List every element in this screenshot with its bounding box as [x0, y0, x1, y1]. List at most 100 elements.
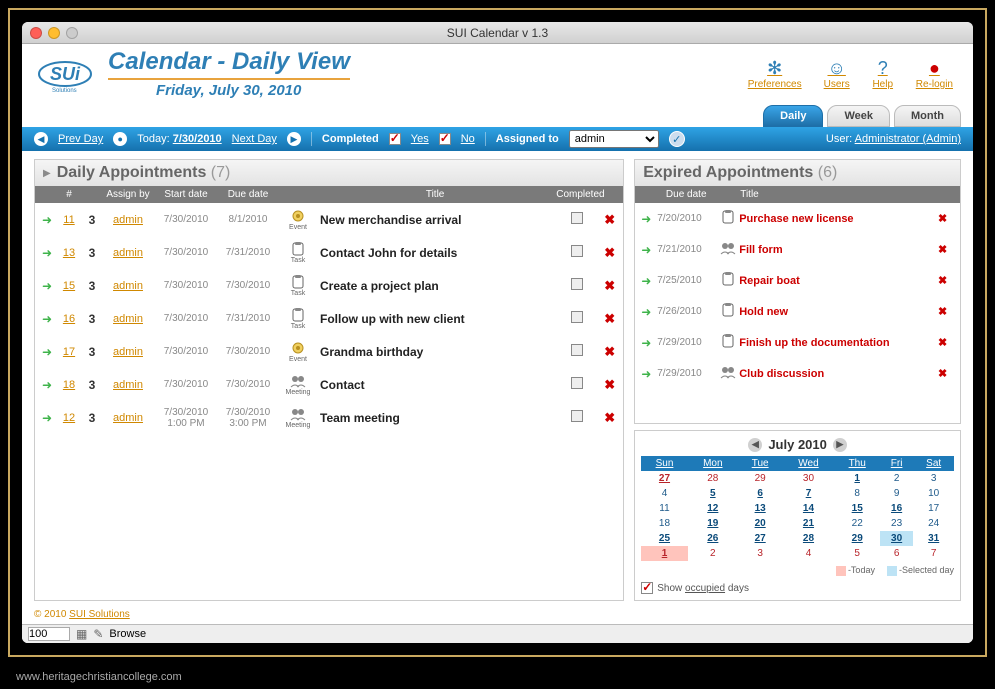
expired-row[interactable]: ➜7/20/2010Purchase new license✖: [635, 203, 960, 234]
expired-row[interactable]: ➜7/21/2010Fill form✖: [635, 234, 960, 265]
cal-day[interactable]: 7: [913, 546, 954, 561]
row-assignee-link[interactable]: admin: [113, 280, 143, 292]
assigned-confirm-icon[interactable]: ✓: [669, 131, 685, 147]
row-id-link[interactable]: 12: [63, 412, 75, 424]
show-occupied-checkbox[interactable]: [641, 582, 653, 594]
cal-day[interactable]: 19: [688, 516, 738, 531]
tab-month[interactable]: Month: [894, 105, 961, 127]
cal-day[interactable]: 5: [835, 546, 880, 561]
edit-icon[interactable]: ✎: [93, 627, 103, 641]
cal-day[interactable]: 20: [738, 516, 783, 531]
cal-day[interactable]: 2: [880, 471, 913, 486]
cal-day[interactable]: 30: [880, 531, 913, 546]
delete-button[interactable]: ✖: [601, 245, 619, 261]
cal-day[interactable]: 29: [738, 471, 783, 486]
delete-button[interactable]: ✖: [938, 367, 954, 380]
delete-button[interactable]: ✖: [601, 344, 619, 360]
cal-day[interactable]: 4: [641, 486, 688, 501]
cal-prev-icon[interactable]: ◀: [748, 438, 762, 452]
layout-icon[interactable]: ▦: [76, 627, 87, 641]
prev-day-link[interactable]: Prev Day: [58, 133, 103, 145]
cal-day[interactable]: 7: [782, 486, 834, 501]
row-id-link[interactable]: 11: [63, 214, 74, 226]
cal-day[interactable]: 14: [782, 501, 834, 516]
cal-day[interactable]: 28: [782, 531, 834, 546]
next-day-arrow-icon[interactable]: ▶: [287, 132, 301, 146]
completed-checkbox[interactable]: [571, 311, 583, 323]
cal-day[interactable]: 26: [688, 531, 738, 546]
expired-row[interactable]: ➜7/26/2010Hold new✖: [635, 296, 960, 327]
tab-week[interactable]: Week: [827, 105, 890, 127]
cal-day[interactable]: 15: [835, 501, 880, 516]
cal-day[interactable]: 22: [835, 516, 880, 531]
cal-day[interactable]: 24: [913, 516, 954, 531]
row-id-link[interactable]: 18: [63, 379, 75, 391]
delete-button[interactable]: ✖: [938, 274, 954, 287]
daily-row[interactable]: ➜173admin7/30/20107/30/2010EventGrandma …: [35, 335, 623, 368]
completed-checkbox[interactable]: [571, 212, 583, 224]
cal-day[interactable]: 6: [880, 546, 913, 561]
daily-row[interactable]: ➜113admin7/30/20108/1/2010EventNew merch…: [35, 203, 623, 236]
cal-day[interactable]: 10: [913, 486, 954, 501]
preferences-link[interactable]: ✻Preferences: [748, 57, 802, 90]
cal-day[interactable]: 29: [835, 531, 880, 546]
relogin-link[interactable]: ●Re-login: [916, 57, 953, 90]
cal-day[interactable]: 25: [641, 531, 688, 546]
row-id-link[interactable]: 16: [63, 313, 75, 325]
cal-day[interactable]: 23: [880, 516, 913, 531]
window-minimize-button[interactable]: [48, 27, 60, 39]
next-day-link[interactable]: Next Day: [232, 133, 277, 145]
completed-checkbox[interactable]: [571, 245, 583, 257]
delete-button[interactable]: ✖: [601, 377, 619, 393]
cal-day[interactable]: 13: [738, 501, 783, 516]
tab-daily[interactable]: Daily: [763, 105, 823, 127]
users-link[interactable]: ☺Users: [824, 57, 850, 90]
completed-checkbox[interactable]: [571, 278, 583, 290]
delete-button[interactable]: ✖: [938, 243, 954, 256]
today-icon[interactable]: ●: [113, 132, 127, 146]
row-id-link[interactable]: 17: [63, 346, 75, 358]
cal-day[interactable]: 1: [835, 471, 880, 486]
expired-row[interactable]: ➜7/25/2010Repair boat✖: [635, 265, 960, 296]
cal-day[interactable]: 11: [641, 501, 688, 516]
cal-day[interactable]: 31: [913, 531, 954, 546]
daily-row[interactable]: ➜153admin7/30/20107/30/2010TaskCreate a …: [35, 269, 623, 302]
assigned-select[interactable]: admin: [569, 130, 659, 148]
completed-checkbox[interactable]: [571, 377, 583, 389]
cal-day[interactable]: 27: [641, 471, 688, 486]
delete-button[interactable]: ✖: [938, 305, 954, 318]
cal-day[interactable]: 8: [835, 486, 880, 501]
completed-yes[interactable]: Yes: [411, 133, 429, 145]
row-assignee-link[interactable]: admin: [113, 247, 143, 259]
daily-row[interactable]: ➜133admin7/30/20107/31/2010TaskContact J…: [35, 236, 623, 269]
row-assignee-link[interactable]: admin: [113, 214, 143, 226]
row-id-link[interactable]: 15: [63, 280, 75, 292]
delete-button[interactable]: ✖: [601, 212, 619, 228]
prev-day-arrow-icon[interactable]: ◀: [34, 132, 48, 146]
cal-day[interactable]: 18: [641, 516, 688, 531]
expired-row[interactable]: ➜7/29/2010Finish up the documentation✖: [635, 327, 960, 358]
expand-icon[interactable]: ▶: [43, 168, 51, 179]
cal-day[interactable]: 3: [913, 471, 954, 486]
today-link[interactable]: 7/30/2010: [173, 133, 222, 145]
row-assignee-link[interactable]: admin: [113, 346, 143, 358]
window-close-button[interactable]: [30, 27, 42, 39]
daily-row[interactable]: ➜163admin7/30/20107/31/2010TaskFollow up…: [35, 302, 623, 335]
cal-day[interactable]: 16: [880, 501, 913, 516]
completed-checkbox[interactable]: [571, 344, 583, 356]
cal-day[interactable]: 12: [688, 501, 738, 516]
delete-button[interactable]: ✖: [601, 410, 619, 426]
row-assignee-link[interactable]: admin: [113, 412, 143, 424]
cal-day[interactable]: 17: [913, 501, 954, 516]
cal-day[interactable]: 2: [688, 546, 738, 561]
window-zoom-button[interactable]: [66, 27, 78, 39]
cal-day[interactable]: 1: [641, 546, 688, 561]
cal-day[interactable]: 28: [688, 471, 738, 486]
row-id-link[interactable]: 13: [63, 247, 75, 259]
cal-day[interactable]: 5: [688, 486, 738, 501]
cal-day[interactable]: 4: [782, 546, 834, 561]
footer-link[interactable]: SUI Solutions: [69, 609, 130, 620]
cal-day[interactable]: 30: [782, 471, 834, 486]
current-user-link[interactable]: Administrator (Admin): [855, 133, 961, 145]
completed-no[interactable]: No: [461, 133, 475, 145]
